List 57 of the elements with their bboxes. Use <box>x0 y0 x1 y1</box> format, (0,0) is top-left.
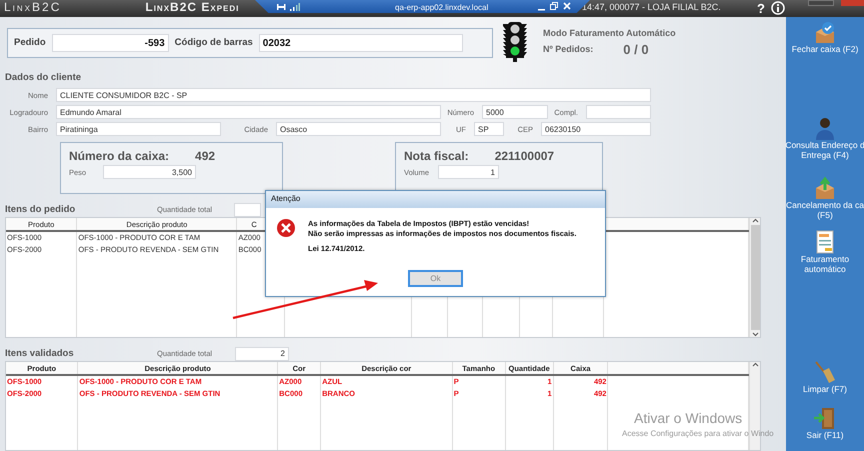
sidebar-button-label[interactable]: Consulta Endereço d Entrega (F4) <box>786 140 864 160</box>
text-field[interactable]: 3,500 <box>103 165 196 180</box>
box-arrow-icon[interactable] <box>813 176 837 200</box>
scroll-up-icon[interactable] <box>752 362 758 368</box>
sidebar-button-label[interactable]: Cancelamento da ca (F5) <box>786 200 864 220</box>
text-field[interactable]: Piratininga <box>56 122 221 136</box>
host-name: qa-erp-app02.linxdev.local <box>395 2 488 14</box>
sidebar-button-label[interactable]: Limpar (F7) <box>803 384 847 394</box>
error-icon <box>276 218 296 240</box>
panel-title: Número da caixa: <box>69 148 170 166</box>
panel-title: Nota fiscal: <box>404 148 469 166</box>
text-field[interactable]: 2 <box>235 346 289 361</box>
door-icon[interactable] <box>813 406 837 430</box>
sidebar-button-label[interactable]: Fechar caixa (F2) <box>792 44 858 54</box>
signal-icon <box>290 3 300 11</box>
scrollbar[interactable] <box>749 218 760 338</box>
close-icon[interactable] <box>563 2 571 10</box>
text-field[interactable]: 5000 <box>482 105 548 120</box>
field-label: Pedido <box>14 36 46 50</box>
text-field[interactable]: -593 <box>52 34 169 52</box>
text-field[interactable]: 06230150 <box>541 122 651 136</box>
broom-icon[interactable] <box>813 360 837 384</box>
window-title: LinxB2C Expedi <box>145 0 240 15</box>
activation-notice-title: Ativar o Windows <box>634 409 742 428</box>
sidebar-button-label[interactable]: Faturamento automático <box>800 254 850 274</box>
field-label: Código de barras <box>174 36 253 50</box>
panel-number: 221100007 <box>494 148 554 166</box>
pin-icon[interactable] <box>277 3 286 11</box>
orders-count: 0 / 0 <box>623 41 649 59</box>
traffic-light-icon <box>501 21 529 63</box>
scrollbar-thumb[interactable] <box>750 225 760 330</box>
info-icon[interactable] <box>771 1 785 15</box>
sidebar-button-label[interactable]: Sair (F11) <box>806 430 844 440</box>
session-info: 14:47, 000077 - LOJA FILIAL B2C. <box>582 1 721 14</box>
activation-notice-text: Acesse Configurações para ativar o Windo <box>622 428 774 440</box>
scroll-up-icon[interactable] <box>752 218 758 224</box>
text-field[interactable] <box>586 105 651 120</box>
restore-icon[interactable] <box>550 2 558 10</box>
text-field[interactable] <box>234 202 261 217</box>
person-icon[interactable] <box>813 116 837 140</box>
app-title: LinxB2C <box>3 0 62 15</box>
text-field[interactable]: CLIENTE CONSUMIDOR B2C - SP <box>56 88 651 102</box>
text-field[interactable]: Osasco <box>276 122 441 136</box>
help-button[interactable]: ? <box>757 0 765 18</box>
orders-label: Nº Pedidos: <box>543 43 594 56</box>
panel-number: 492 <box>195 148 216 166</box>
section-title: Itens do pedido <box>5 202 76 217</box>
text-field[interactable]: SP <box>474 122 504 136</box>
text-field[interactable]: Edmundo Amaral <box>56 105 441 120</box>
mode-label: Modo Faturamento Automático <box>543 26 676 40</box>
section-title: Itens validados <box>5 346 75 361</box>
text-field[interactable]: 1 <box>438 165 499 180</box>
scroll-down-icon[interactable] <box>752 332 758 338</box>
text-field[interactable]: 02032 <box>258 34 463 52</box>
minimize-button[interactable] <box>808 0 834 6</box>
dialog-title: Atenção <box>266 191 605 208</box>
section-title: Dados do cliente <box>5 71 82 85</box>
